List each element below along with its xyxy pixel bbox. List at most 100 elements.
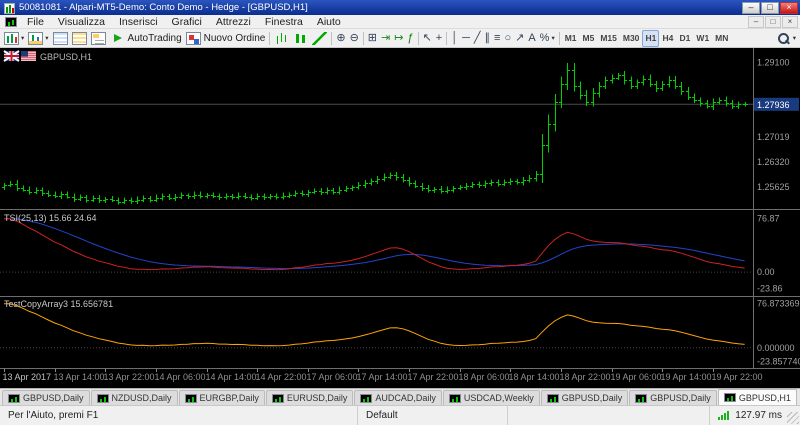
chart-symbol-label: GBPUSD,H1: [40, 52, 92, 62]
menu-inserisci[interactable]: Inserisci: [112, 15, 165, 28]
menu-aiuto[interactable]: Aiuto: [310, 15, 348, 28]
chart-tab-nzdusd-daily[interactable]: NZDUSD,Daily: [90, 390, 178, 405]
shapes-button[interactable]: ○: [502, 30, 513, 47]
tca-axis-label: 0.000000: [757, 343, 795, 353]
objects-button[interactable]: % ▾: [538, 30, 557, 47]
symbol-search-button[interactable]: ▾: [774, 30, 798, 47]
trendline-button[interactable]: ╱: [472, 30, 483, 47]
navigator-button[interactable]: [89, 30, 108, 47]
chart-tab-gbpusd-daily[interactable]: GBPUSD,Daily: [540, 390, 629, 405]
horizontal-line-button[interactable]: ─: [460, 30, 472, 47]
menu-attrezzi[interactable]: Attrezzi: [209, 15, 258, 28]
tsi-axis-label: 0.00: [757, 267, 775, 277]
menubar: File Visualizza Inserisci Grafici Attrezzi Fi…: [0, 15, 800, 29]
navigator-icon: [90, 31, 106, 45]
time-axis-label: 14 Apr 14:00: [206, 372, 257, 382]
arrows-button[interactable]: ↗: [513, 30, 526, 47]
current-price-label: 1.27936: [757, 100, 790, 110]
text-button-glyph: A: [528, 31, 536, 44]
time-axis-label: 17 Apr 14:00: [357, 372, 408, 382]
new-order-button[interactable]: Nuovo Ordine: [184, 30, 268, 47]
chart-tab-usdcad-weekly[interactable]: USDCAD,Weekly: [442, 390, 540, 405]
chart-restore-button[interactable]: □: [765, 15, 781, 28]
new-chart-button[interactable]: ▾: [2, 30, 26, 47]
line-chart-button[interactable]: [310, 30, 329, 47]
menu-file[interactable]: File: [20, 15, 51, 28]
close-button[interactable]: ×: [780, 1, 798, 14]
indicators-button[interactable]: ƒ: [405, 30, 415, 47]
chart-tab-eurgbp-daily[interactable]: EURGBP,Daily: [178, 390, 265, 405]
timeframe-h1-button[interactable]: H1: [642, 29, 660, 47]
fibonacci-button[interactable]: ≡: [492, 30, 502, 47]
time-axis-label: 19 Apr 06:00: [611, 372, 662, 382]
time-axis-label: 19 Apr 22:00: [712, 372, 763, 382]
timeframe-mn-button[interactable]: MN: [712, 30, 731, 47]
timeframe-m15-button[interactable]: M15: [597, 30, 620, 47]
timeframe-d1-button[interactable]: D1: [676, 30, 693, 47]
chart-svg[interactable]: GBPUSD,H1 TSI(25,13) 15.66 24.64 TestCopyA…: [0, 48, 800, 388]
gb-flag-icon: [3, 50, 20, 62]
chart-tab-gbpusd-h1[interactable]: GBPUSD,H1: [717, 389, 797, 405]
shapes-button-glyph: ○: [504, 31, 512, 44]
data-window-icon: [71, 31, 87, 45]
candle-chart-icon: [293, 31, 309, 45]
chart-window-icon: [5, 16, 17, 27]
chart-shift-button[interactable]: ↦: [392, 30, 405, 47]
child-window-controls: – □ ×: [747, 15, 798, 28]
chart-tab-audcad-daily[interactable]: AUDCAD,Daily: [354, 390, 442, 405]
menu-visualizza[interactable]: Visualizza: [51, 15, 112, 28]
timeframe-m30-button[interactable]: M30: [620, 30, 643, 47]
minimize-button[interactable]: –: [742, 1, 760, 14]
market-watch-button[interactable]: [51, 30, 70, 47]
vertical-line-button[interactable]: │: [449, 30, 460, 47]
line-chart-icon: [312, 31, 328, 45]
profiles-button[interactable]: ▾: [26, 30, 50, 47]
chart-tab-label: GBPUSD,Daily: [23, 393, 84, 403]
objects-button-glyph: %: [539, 31, 550, 44]
timeframe-h4-button[interactable]: H4: [659, 30, 676, 47]
chart-region[interactable]: GBPUSD,H1 TSI(25,13) 15.66 24.64 TestCopyA…: [0, 48, 800, 388]
chart-tab-gbpusd-daily[interactable]: GBPUSD,Daily: [629, 390, 717, 405]
chart-tab-eurusd-daily[interactable]: EURUSD,Daily: [265, 390, 354, 405]
toolbar-separator: [269, 31, 271, 45]
candle-chart-button[interactable]: [291, 30, 310, 47]
chart-tab-icon: [448, 393, 461, 403]
timeframe-w1-button[interactable]: W1: [693, 30, 712, 47]
maximize-button[interactable]: □: [761, 1, 779, 14]
chart-close-button[interactable]: ×: [782, 15, 798, 28]
dropdown-caret-icon: ▾: [792, 35, 796, 42]
resize-grip-icon[interactable]: [787, 412, 799, 424]
chart-tab-label: EURUSD,Daily: [286, 393, 348, 403]
channel-button[interactable]: ∥: [483, 30, 493, 47]
time-axis-label: 14 Apr 06:00: [155, 372, 206, 382]
timeframe-m5-button[interactable]: M5: [580, 30, 598, 47]
tsi-axis-label: -23.86: [757, 284, 783, 294]
new-order-button-label: Nuovo Ordine: [203, 32, 266, 44]
tile-windows-button[interactable]: ⊞: [366, 30, 379, 47]
cursor-button[interactable]: ↖: [421, 30, 434, 47]
status-profile[interactable]: Default: [358, 406, 508, 425]
zoom-in-button[interactable]: ⊕: [334, 30, 347, 47]
text-button[interactable]: A: [526, 30, 537, 47]
menu-finestra[interactable]: Finestra: [258, 15, 310, 28]
crosshair-button[interactable]: +: [434, 30, 444, 47]
auto-scroll-button[interactable]: ⇥: [379, 30, 392, 47]
time-axis-label: 17 Apr 22:00: [408, 372, 459, 382]
time-axis-label: 19 Apr 14:00: [661, 372, 712, 382]
time-axis-label: 18 Apr 14:00: [509, 372, 560, 382]
price-axis-label: 1.29100: [757, 58, 790, 68]
data-window-button[interactable]: [70, 30, 89, 47]
chart-tab-gbpusd-daily[interactable]: GBPUSD,Daily: [2, 390, 90, 405]
zoom-out-button[interactable]: ⊖: [348, 30, 361, 47]
autotrading-button[interactable]: AutoTrading: [108, 30, 184, 47]
market-watch-icon: [52, 31, 68, 45]
vertical-line-button-glyph: │: [451, 31, 459, 44]
chart-minimize-button[interactable]: –: [748, 15, 764, 28]
tca-axis-label: 76.873369: [757, 299, 800, 309]
connection-bars-icon: [718, 411, 730, 420]
menu-grafici[interactable]: Grafici: [165, 15, 209, 28]
play-icon: [110, 32, 125, 45]
window-controls: – □ ×: [741, 1, 798, 14]
bar-chart-button[interactable]: [272, 30, 291, 47]
timeframe-m1-button[interactable]: M1: [562, 30, 580, 47]
